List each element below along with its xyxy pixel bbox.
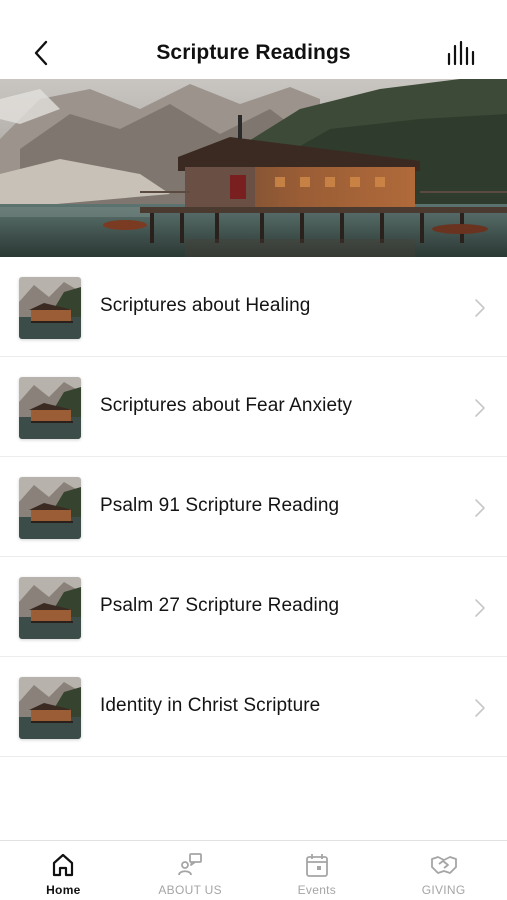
lake-boathouse-thumb xyxy=(19,677,81,739)
tab-label: GIVING xyxy=(421,883,466,897)
list-item-label: Identity in Christ Scripture xyxy=(100,695,321,716)
tab-bar: Home ABOUT US Events GIVING xyxy=(0,840,507,900)
list-item-label: Psalm 27 Scripture Reading xyxy=(100,595,340,616)
tab-label: Events xyxy=(297,883,337,897)
home-icon xyxy=(53,853,74,877)
tab-label: ABOUT US xyxy=(158,883,222,897)
list-item-label: Psalm 91 Scripture Reading xyxy=(100,495,340,516)
list-item[interactable]: Psalm 91 Scripture Reading xyxy=(0,457,507,557)
hero-image xyxy=(0,79,507,257)
audio-button[interactable] xyxy=(445,40,479,68)
lake-boathouse-thumb xyxy=(19,277,81,339)
app-screen: Scripture Readings Scriptures about Heal… xyxy=(0,0,507,900)
tab-label: Home xyxy=(46,883,81,897)
list-item[interactable]: Psalm 27 Scripture Reading xyxy=(0,557,507,657)
list-item[interactable]: Scriptures about Fear Anxiety xyxy=(0,357,507,457)
thumbnail-image xyxy=(19,677,81,739)
thumbnail-image xyxy=(19,477,81,539)
thumbnail-image xyxy=(19,577,81,639)
list-item[interactable]: Scriptures about Healing xyxy=(0,257,507,357)
chevron-left-icon xyxy=(34,40,48,66)
chevron-right-icon xyxy=(475,499,485,517)
list-item[interactable]: Identity in Christ Scripture xyxy=(0,657,507,757)
nav-bar: Scripture Readings xyxy=(0,28,507,78)
chevron-right-icon xyxy=(475,599,485,617)
tab-events[interactable]: Events xyxy=(254,841,381,900)
calendar-icon xyxy=(305,854,328,877)
tab-home[interactable]: Home xyxy=(0,841,127,900)
scripture-list: Scriptures about Healing Scriptures abou… xyxy=(0,257,507,757)
lake-boathouse-image xyxy=(0,79,507,257)
thumbnail-image xyxy=(19,277,81,339)
lake-boathouse-thumb xyxy=(19,477,81,539)
tab-about-us[interactable]: ABOUT US xyxy=(127,841,254,900)
handshake-icon xyxy=(430,856,457,874)
lake-boathouse-thumb xyxy=(19,377,81,439)
audio-bars-icon xyxy=(447,40,475,66)
chevron-right-icon xyxy=(475,299,485,317)
status-bar xyxy=(0,0,507,28)
page-title: Scripture Readings xyxy=(156,41,351,64)
list-item-label: Scriptures about Healing xyxy=(100,295,311,316)
people-chat-icon xyxy=(178,853,203,876)
tab-giving[interactable]: GIVING xyxy=(380,841,507,900)
list-item-label: Scriptures about Fear Anxiety xyxy=(100,395,353,416)
chevron-right-icon xyxy=(475,399,485,417)
back-button[interactable] xyxy=(26,38,56,68)
chevron-right-icon xyxy=(475,699,485,717)
lake-boathouse-thumb xyxy=(19,577,81,639)
thumbnail-image xyxy=(19,377,81,439)
